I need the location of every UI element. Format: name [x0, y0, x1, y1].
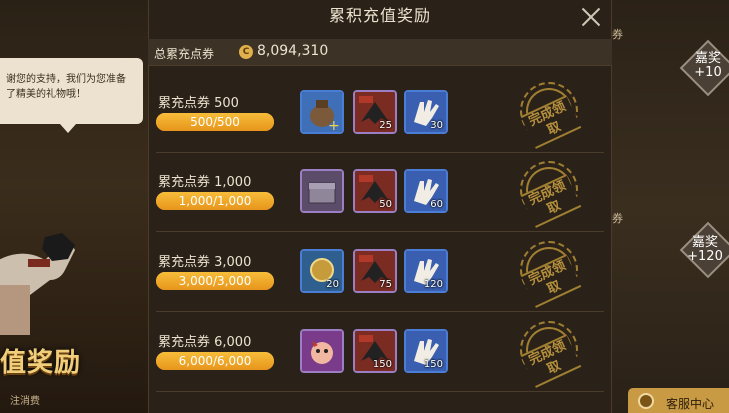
claimed-stamp: 完成领取 — [520, 321, 582, 388]
panel-title: 累积充值奖励 — [328, 6, 431, 25]
tier-row: 累充点券 500 500/500 +25 30 完成领取 — [148, 73, 612, 153]
promo-subtitle: 注消费 — [10, 396, 40, 407]
total-bar — [148, 39, 612, 66]
reward-item[interactable]: 20 — [300, 249, 344, 293]
claimed-stamp-text: 完成领取 — [520, 174, 582, 228]
money-bag-icon: + — [302, 92, 342, 132]
reward-item[interactable] — [300, 329, 344, 373]
treasure-box-icon — [302, 171, 342, 211]
reward-item-qty: 75 — [379, 279, 392, 290]
promo-speech-bubble: 谢您的支持，我们为您准备了精美的礼物哦！ — [0, 58, 143, 133]
reward-item-qty: 25 — [379, 120, 392, 131]
close-icon[interactable] — [578, 4, 604, 30]
tier-progress-bar: 500/500 — [156, 113, 274, 131]
total-label: 总累充点券 — [154, 47, 215, 61]
claimed-stamp: 完成领取 — [520, 241, 582, 308]
claimed-stamp: 完成领取 — [520, 82, 582, 149]
reward-item[interactable]: 150 — [404, 329, 448, 373]
reward-item-qty: 150 — [423, 359, 443, 370]
reward-badge-1-label: 嘉奖 +10 — [694, 51, 722, 80]
tier-row: 累充点券 3,000 3,000/3,000 20 75 120 完成领取 — [148, 232, 612, 312]
claimed-stamp-text: 完成领取 — [520, 254, 582, 308]
reward-item[interactable]: 60 — [404, 169, 448, 213]
tier-progress-text: 500/500 — [190, 115, 240, 129]
reward-item[interactable]: 150 — [353, 329, 397, 373]
reward-item[interactable]: 75 — [353, 249, 397, 293]
coupon-coin-icon: C — [239, 45, 253, 59]
reward-item[interactable]: 50 — [353, 169, 397, 213]
svg-text:+: + — [328, 118, 340, 132]
tier-progress-bar: 1,000/1,000 — [156, 192, 274, 210]
right-tag-mid: 券 — [612, 212, 623, 225]
pig-pet-icon — [302, 331, 342, 371]
promo-title: 值奖励 — [0, 348, 82, 378]
tier-row: 累充点券 6,000 6,000/6,000 150 150 完成领取 — [148, 312, 612, 392]
reward-badge-2-label: 嘉奖 +120 — [687, 235, 723, 264]
promo-art: 谢您的支持，我们为您准备了精美的礼物哦！ 值奖励 注消费 — [0, 0, 150, 413]
tier-progress-text: 1,000/1,000 — [178, 194, 252, 208]
claimed-stamp: 完成领取 — [520, 161, 582, 228]
reward-item-qty: 120 — [423, 279, 443, 290]
character-figure-icon — [0, 233, 75, 335]
reward-item[interactable]: 30 — [404, 90, 448, 134]
tier-progress-text: 3,000/3,000 — [178, 274, 252, 288]
reward-item-qty: 150 — [372, 359, 392, 370]
reward-item-qty: 50 — [379, 199, 392, 210]
reward-item-qty: 60 — [430, 199, 443, 210]
reward-item-qty: 20 — [326, 279, 339, 290]
game-screen: 谢您的支持，我们为您准备了精美的礼物哦！ 值奖励 注消费 券 嘉奖 +10 券 … — [0, 0, 729, 413]
claimed-stamp-text: 完成领取 — [520, 95, 582, 149]
tier-progress-bar: 3,000/3,000 — [156, 272, 274, 290]
tier-progress-text: 6,000/6,000 — [178, 354, 252, 368]
tier-row: 累充点券 1,000 1,000/1,000 50 60 完成领取 — [148, 152, 612, 232]
tier-label: 累充点券 500 — [158, 96, 239, 111]
right-tag-top: 券 — [612, 28, 623, 41]
tier-label: 累充点券 1,000 — [158, 175, 252, 190]
customer-service-icon — [638, 393, 654, 409]
tier-label: 累充点券 6,000 — [158, 335, 252, 350]
reward-item[interactable]: 25 — [353, 90, 397, 134]
reward-item-qty: 30 — [430, 120, 443, 131]
tier-label: 累充点券 3,000 — [158, 255, 252, 270]
reward-item[interactable]: 120 — [404, 249, 448, 293]
reward-item[interactable] — [300, 169, 344, 213]
total-value: 8,094,310 — [257, 43, 329, 59]
customer-service-label: 客服中心 — [666, 397, 715, 411]
row-divider — [156, 391, 604, 392]
reward-item[interactable]: + — [300, 90, 344, 134]
claimed-stamp-text: 完成领取 — [520, 334, 582, 388]
tier-progress-bar: 6,000/6,000 — [156, 352, 274, 370]
